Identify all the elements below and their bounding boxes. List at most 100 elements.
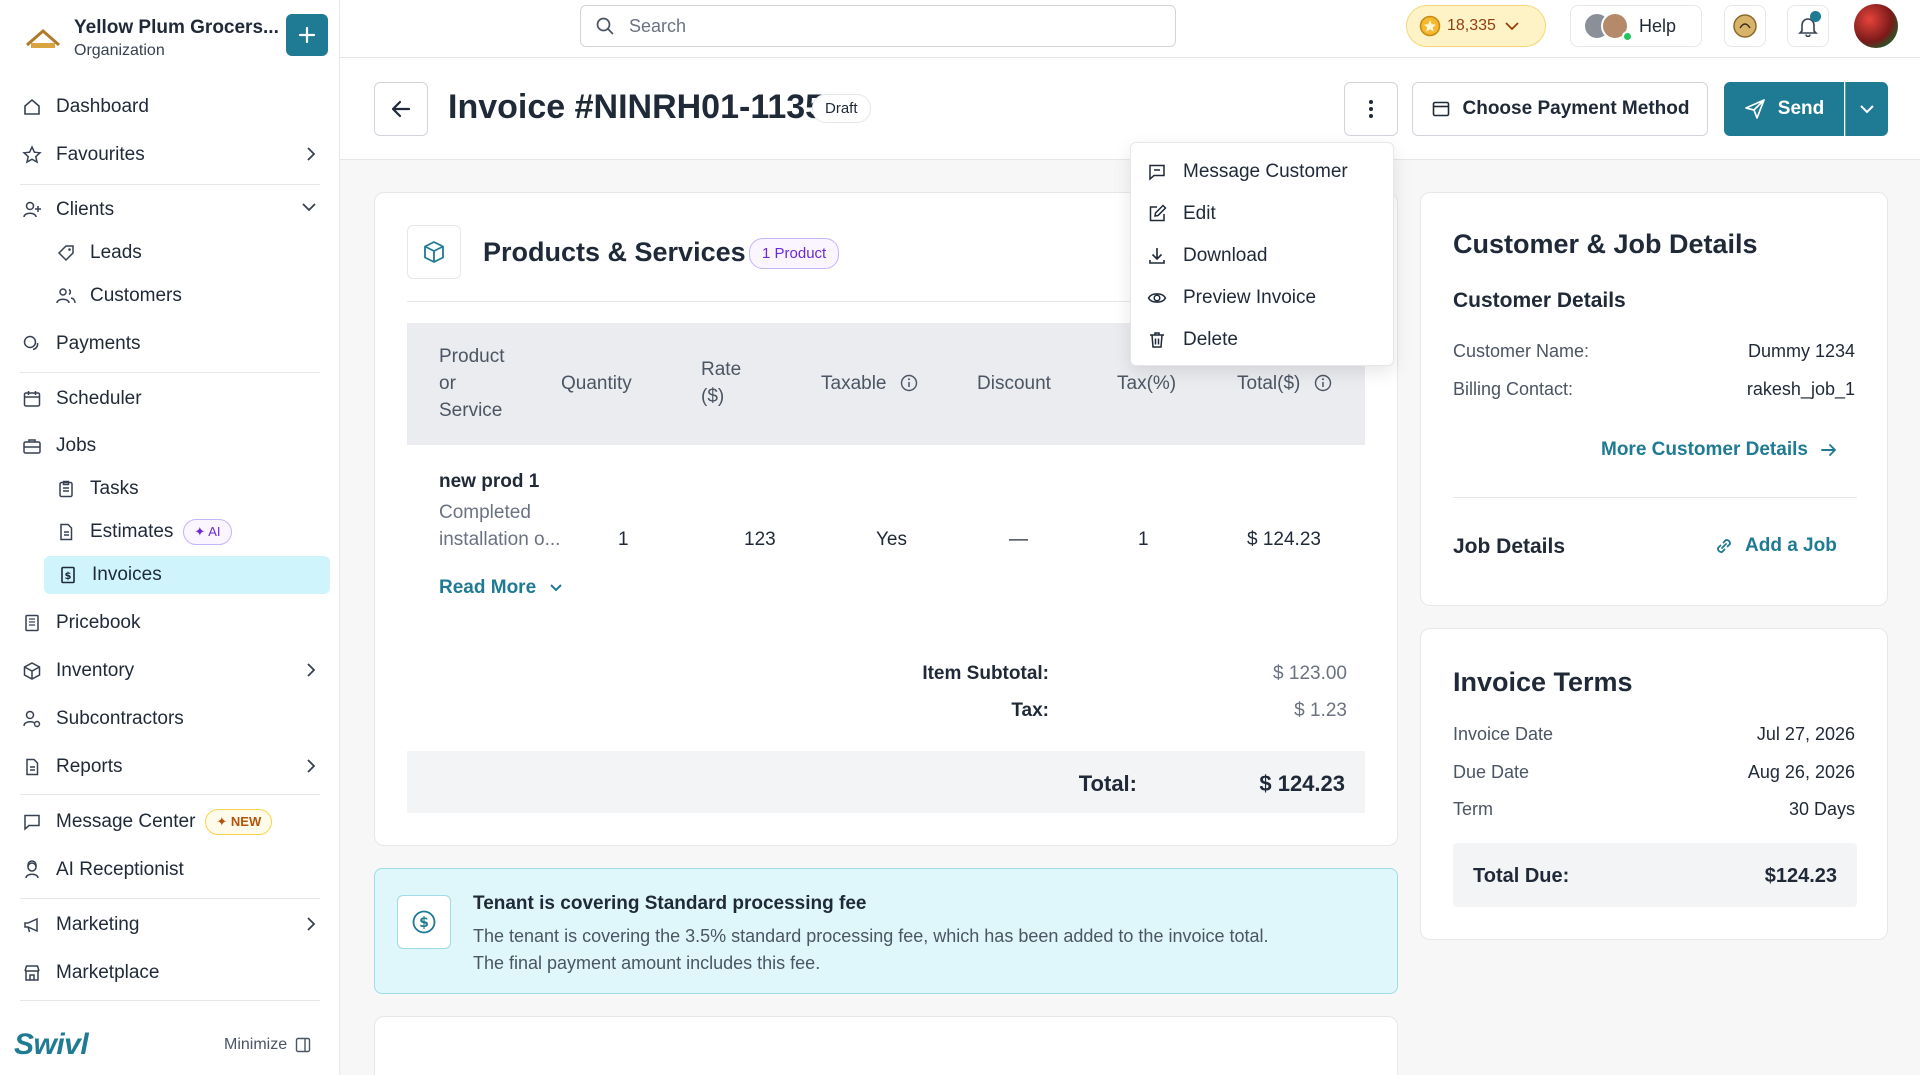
search-box[interactable] [580,5,1176,47]
cell-discount: — [1009,529,1028,550]
chevron-down-icon [548,582,564,594]
item-subtotal-value: $ 123.00 [1273,663,1347,684]
search-input[interactable] [629,15,1129,37]
sidebar-item-label: Clients [56,199,115,220]
add-button[interactable] [286,14,328,56]
column-header-rate-line: ($) [701,386,725,407]
sidebar-item-label: Inventory [56,660,135,681]
org-switcher[interactable]: Yellow Plum Grocers... Organization [22,10,332,66]
fee-title: Tenant is covering Standard processing f… [473,893,867,914]
notification-dot [1810,11,1821,22]
sidebar-item-label: Favourites [56,144,145,165]
menu-item-message-customer[interactable]: Message Customer [1131,151,1393,193]
ai-badge-label: AI [208,524,221,539]
menu-item-delete[interactable]: Delete [1131,319,1393,361]
megaphone-icon [20,913,44,937]
sidebar-item-scheduler[interactable]: Scheduler [20,380,330,418]
sidebar-item-tasks[interactable]: Tasks [54,470,330,508]
minimize-button[interactable]: Minimize [224,1036,311,1054]
menu-item-label: Delete [1183,329,1238,350]
menu-item-edit[interactable]: Edit [1131,193,1393,235]
sidebar: Yellow Plum Grocers... Organization Dash… [0,0,340,1075]
invoice-date-label: Invoice Date [1453,724,1554,744]
due-date-value: Aug 26, 2026 [1747,762,1855,782]
info-icon[interactable] [900,374,918,392]
more-options-button[interactable] [1344,82,1398,136]
add-job-link[interactable]: Add a Job [1713,535,1837,557]
more-customer-details-link[interactable]: More Customer Details [1601,439,1838,461]
product-count-badge: 1 Product [749,238,840,269]
sidebar-item-customers[interactable]: Customers [54,277,330,315]
menu-item-label: Download [1183,245,1268,266]
chevron-right-icon [304,145,318,163]
invoice-terms-card: Invoice Terms Invoice Date Jul 27, 2026 … [1420,628,1888,940]
sidebar-item-inventory[interactable]: Inventory [20,652,330,690]
sidebar-item-pricebook[interactable]: Pricebook [20,604,330,642]
sidebar-item-payments[interactable]: Payments [20,325,330,363]
add-job-label: Add a Job [1745,535,1837,556]
column-header-product-line: or [439,373,456,394]
minimize-label: Minimize [224,1036,288,1053]
store-icon [20,961,44,985]
help-button[interactable]: Help [1570,5,1702,47]
org-name: Yellow Plum Grocers... [74,16,279,38]
link-icon [1713,535,1735,557]
sidebar-item-subcontractors[interactable]: Subcontractors [20,700,330,738]
coins-balance[interactable]: 18,335 [1406,5,1546,47]
status-badge: Draft [812,94,871,123]
sidebar-item-invoices[interactable]: $ Invoices [44,556,330,594]
box-icon [20,659,44,683]
send-button[interactable]: Send [1724,82,1844,136]
sidebar-item-dashboard[interactable]: Dashboard [20,88,330,126]
product-description: Completed installation o... [439,499,569,553]
user-avatar[interactable] [1854,4,1898,48]
sidebar-item-label: Dashboard [56,96,149,117]
send-icon [1744,98,1766,120]
notifications-button[interactable] [1787,5,1829,47]
divider [20,794,320,795]
column-header-product-line: Service [439,400,503,421]
rewards-button[interactable] [1724,5,1766,47]
total-due-label: Total Due: [1473,865,1570,887]
info-icon[interactable] [1314,374,1332,392]
sidebar-item-estimates[interactable]: Estimates ✦ AI [54,513,330,551]
back-button[interactable] [374,82,428,136]
total-due-value: $124.23 [1764,865,1837,887]
new-badge-label: NEW [230,814,262,829]
users-icon [54,284,78,308]
document-icon [54,520,78,544]
menu-item-download[interactable]: Download [1131,235,1393,277]
column-header-discount: Discount [977,373,1051,394]
sidebar-item-jobs[interactable]: Jobs [20,427,330,465]
sidebar-item-label: Reports [56,756,123,777]
sidebar-item-marketing[interactable]: Marketing [20,906,330,944]
sidebar-item-ai-receptionist[interactable]: AI Receptionist [20,851,330,889]
sidebar-item-reports[interactable]: Reports [20,748,330,786]
choose-payment-method-button[interactable]: Choose Payment Method [1412,82,1708,136]
arrow-right-icon [1820,442,1838,458]
top-bar: 18,335 Help [340,0,1920,58]
sidebar-item-clients[interactable]: Clients [20,191,330,229]
column-header-product-line: Product [439,346,505,367]
sidebar-item-message-center[interactable]: Message Center ✦ NEW [20,803,330,841]
sidebar-item-favourites[interactable]: Favourites [20,136,330,174]
tax-label: Tax: [1011,700,1049,721]
sidebar-item-label: Leads [90,242,142,263]
processing-fee-notice: $ Tenant is covering Standard processing… [374,868,1398,994]
cell-taxable: Yes [876,529,907,550]
divider [1453,497,1857,498]
invoice-date-value: Jul 27, 2026 [1756,724,1855,744]
read-more-button[interactable]: Read More [439,577,564,599]
menu-item-preview-invoice[interactable]: Preview Invoice [1131,277,1393,319]
more-options-menu: Message Customer Edit Download Preview I… [1130,142,1394,366]
sidebar-item-marketplace[interactable]: Marketplace [20,954,330,992]
menu-item-label: Edit [1183,203,1216,224]
column-header-total-label: Total($) [1237,373,1301,394]
new-badge: ✦ NEW [205,809,273,835]
job-details-heading: Job Details [1453,535,1566,558]
sidebar-item-leads[interactable]: Leads [54,234,330,272]
product-description-line: Completed [439,502,531,523]
menu-item-label: Message Customer [1183,161,1348,182]
package-icon [407,225,461,279]
send-options-button[interactable] [1845,82,1888,136]
